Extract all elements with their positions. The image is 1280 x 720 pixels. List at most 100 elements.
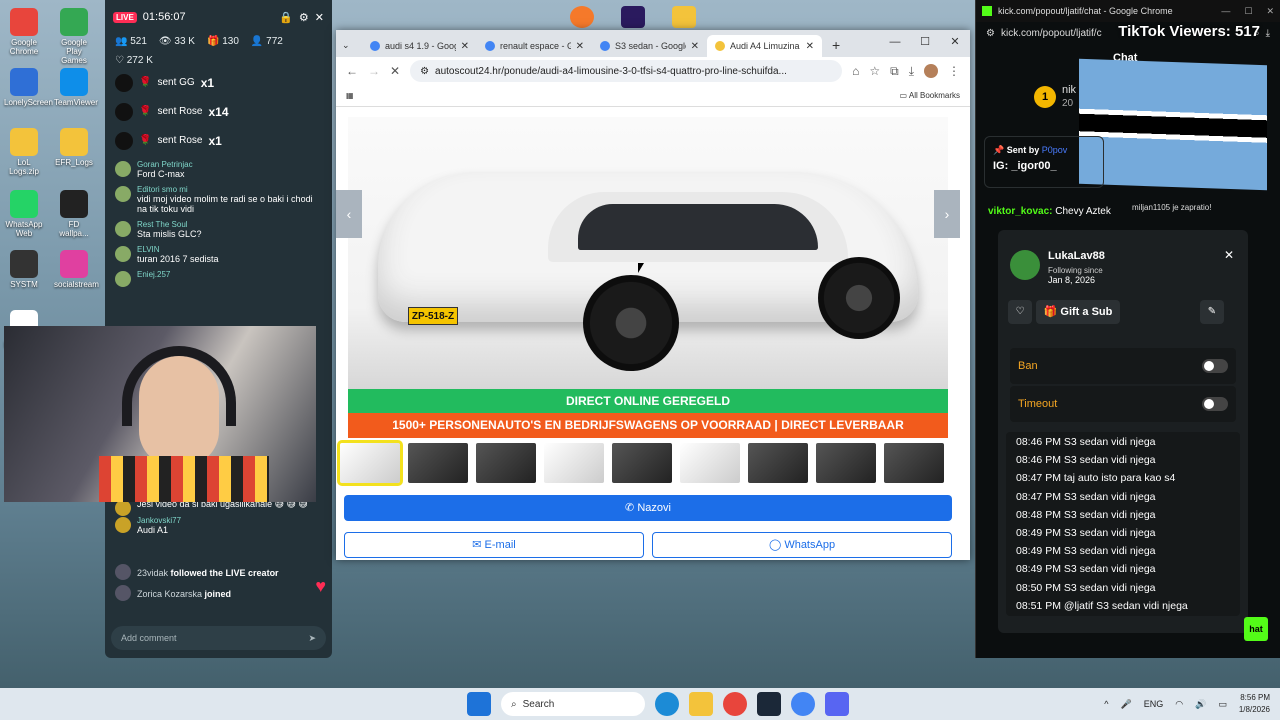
kick-download-icon[interactable]: ⤓ bbox=[1266, 28, 1270, 39]
new-tab-button[interactable]: + bbox=[832, 37, 840, 53]
bookmark-star-icon[interactable]: ☆ bbox=[869, 64, 880, 78]
whatsapp-button[interactable]: ◯ WhatsApp bbox=[652, 532, 952, 558]
message-history[interactable]: 08:46 PM S3 sedan vidi njega 08:46 PM S3 … bbox=[1006, 432, 1240, 616]
tray-chevron-icon[interactable]: ^ bbox=[1104, 699, 1108, 709]
taskbar-search[interactable]: ⌕ Search bbox=[501, 692, 645, 716]
thumbnail[interactable] bbox=[680, 443, 740, 483]
back-button[interactable]: ← bbox=[346, 64, 358, 78]
thumbnail[interactable] bbox=[884, 443, 944, 483]
desktop-icon-label: Google Chrome bbox=[9, 38, 39, 56]
next-image-button[interactable]: › bbox=[934, 190, 960, 238]
kick-minimize-button[interactable]: — bbox=[1221, 6, 1230, 17]
menu-icon[interactable]: ⋮ bbox=[948, 64, 960, 78]
discord-icon[interactable] bbox=[825, 692, 849, 716]
folder-icon[interactable] bbox=[672, 6, 696, 28]
follow-notice: miljan1105 je zapratio! bbox=[1132, 203, 1212, 212]
email-button[interactable]: ✉ E-mail bbox=[344, 532, 644, 558]
desktop-icon[interactable]: socialstream bbox=[54, 250, 99, 289]
edge-icon[interactable] bbox=[655, 692, 679, 716]
send-icon[interactable]: ➤ bbox=[308, 633, 316, 644]
taskbar-clock[interactable]: 8:56 PM 1/8/2026 bbox=[1239, 692, 1270, 716]
download-icon[interactable]: ⤓ bbox=[909, 64, 914, 79]
kick-maximize-button[interactable]: ☐ bbox=[1244, 6, 1252, 17]
thumbnail[interactable] bbox=[544, 443, 604, 483]
wifi-icon[interactable]: ◠ bbox=[1175, 699, 1183, 710]
file-explorer-icon[interactable] bbox=[689, 692, 713, 716]
desktop-icon[interactable]: Google Play Games bbox=[54, 8, 94, 65]
timeout-toggle[interactable] bbox=[1202, 397, 1228, 411]
chrome-taskbar-icon[interactable] bbox=[723, 692, 747, 716]
flag-overlay bbox=[1079, 58, 1267, 191]
ban-toggle[interactable] bbox=[1202, 359, 1228, 373]
lock-icon[interactable]: 🔒 bbox=[279, 11, 293, 24]
rear-wheel bbox=[818, 257, 900, 339]
url-text[interactable]: autoscout24.hr/ponude/audi-a4-limousine-… bbox=[435, 66, 787, 77]
browser-tab[interactable]: audi s4 1.9 - Google✕ bbox=[362, 35, 477, 57]
follow-heart-button[interactable]: ♡ bbox=[1008, 300, 1032, 324]
translate-icon[interactable]: ⌂ bbox=[852, 64, 859, 78]
desktop-icon[interactable]: LoL Logs.zip bbox=[4, 128, 44, 176]
thumbnail[interactable] bbox=[816, 443, 876, 483]
prev-image-button[interactable]: ‹ bbox=[336, 190, 362, 238]
live-event: 23vidak followed the LIVE creator bbox=[105, 560, 332, 581]
browser-tab[interactable]: Audi A4 Limuzina ✕ bbox=[707, 35, 822, 57]
desktop-icon[interactable]: TeamViewer bbox=[54, 68, 98, 107]
site-info-icon[interactable]: ⚙ bbox=[420, 66, 429, 77]
thumbnail[interactable] bbox=[476, 443, 536, 483]
gift-sub-button[interactable]: 🎁 Gift a Sub bbox=[1036, 300, 1120, 324]
language-indicator[interactable]: ENG bbox=[1144, 699, 1164, 709]
address-bar[interactable]: ⚙ autoscout24.hr/ponude/audi-a4-limousin… bbox=[410, 60, 843, 82]
desktop-icon[interactable]: EFR_Logs bbox=[54, 128, 94, 167]
maximize-button[interactable]: ☐ bbox=[910, 30, 940, 54]
card-username[interactable]: LukaLav88 bbox=[1048, 250, 1105, 262]
start-button[interactable] bbox=[467, 692, 491, 716]
tab-close-icon[interactable]: ✕ bbox=[576, 41, 584, 52]
tab-search-icon[interactable]: ⌄ bbox=[342, 40, 362, 51]
thumbnail[interactable] bbox=[748, 443, 808, 483]
desktop-icon[interactable]: Google Chrome bbox=[4, 8, 44, 56]
gift-event: 🌹 sent GG x1 bbox=[105, 68, 332, 97]
forward-button[interactable]: → bbox=[368, 64, 380, 78]
all-bookmarks[interactable]: ▭ All Bookmarks bbox=[900, 91, 960, 100]
minimize-button[interactable]: — bbox=[880, 30, 910, 54]
car-window bbox=[578, 204, 818, 250]
blender-icon[interactable] bbox=[570, 6, 594, 28]
battery-icon[interactable]: ▭ bbox=[1218, 699, 1227, 710]
mod-action-button[interactable]: ✎ bbox=[1200, 300, 1224, 324]
car-photo[interactable]: ZP-518-Z bbox=[348, 117, 948, 389]
browser-tab[interactable]: S3 sedan - Google ✕ bbox=[592, 35, 707, 57]
volume-icon[interactable]: 🔊 bbox=[1195, 699, 1206, 710]
desktop-icon[interactable]: FD wallpa... bbox=[54, 190, 94, 238]
mic-icon[interactable]: 🎤 bbox=[1121, 699, 1132, 710]
close-window-button[interactable]: ✕ bbox=[940, 30, 970, 54]
tab-close-icon[interactable]: ✕ bbox=[806, 41, 814, 52]
close-icon[interactable]: ✕ bbox=[315, 11, 324, 24]
premiere-icon[interactable] bbox=[621, 6, 645, 28]
desktop-icon[interactable]: SYSTM bbox=[4, 250, 44, 289]
stop-button[interactable]: ✕ bbox=[390, 64, 400, 78]
call-button[interactable]: ✆ Nazovi bbox=[344, 495, 952, 521]
thumbnail[interactable] bbox=[408, 443, 468, 483]
heart-icon[interactable]: ♥ bbox=[315, 576, 326, 597]
browser-tab[interactable]: renault espace - Go✕ bbox=[477, 35, 592, 57]
history-message: 08:47 PM taj auto isto para kao s4 bbox=[1016, 472, 1176, 485]
chat-send-button[interactable]: hat bbox=[1244, 617, 1268, 641]
thumbnail[interactable] bbox=[612, 443, 672, 483]
kick-url[interactable]: kick.com/popout/ljatif/c bbox=[1001, 28, 1102, 39]
kick-close-button[interactable]: ✕ bbox=[1266, 6, 1274, 17]
site-settings-icon[interactable]: ⚙ bbox=[986, 28, 995, 39]
steam-icon[interactable] bbox=[757, 692, 781, 716]
extensions-icon[interactable]: ⧉ bbox=[890, 64, 899, 79]
desktop-icon[interactable]: LonelyScreen bbox=[4, 68, 53, 107]
apps-icon[interactable]: ▦ bbox=[346, 91, 354, 100]
profile-avatar[interactable] bbox=[924, 64, 938, 78]
comment-input[interactable]: Add comment ➤ bbox=[111, 626, 326, 650]
chrome-active-icon[interactable] bbox=[791, 692, 815, 716]
gear-icon[interactable]: ⚙ bbox=[299, 11, 309, 24]
desktop-icon[interactable]: WhatsApp Web bbox=[4, 190, 44, 238]
card-close-icon[interactable]: ✕ bbox=[1224, 248, 1234, 262]
tab-close-icon[interactable]: ✕ bbox=[691, 41, 699, 52]
thumbnail[interactable] bbox=[337, 440, 403, 486]
desktop-icon-label: EFR_Logs bbox=[55, 158, 93, 167]
tab-close-icon[interactable]: ✕ bbox=[461, 41, 469, 52]
